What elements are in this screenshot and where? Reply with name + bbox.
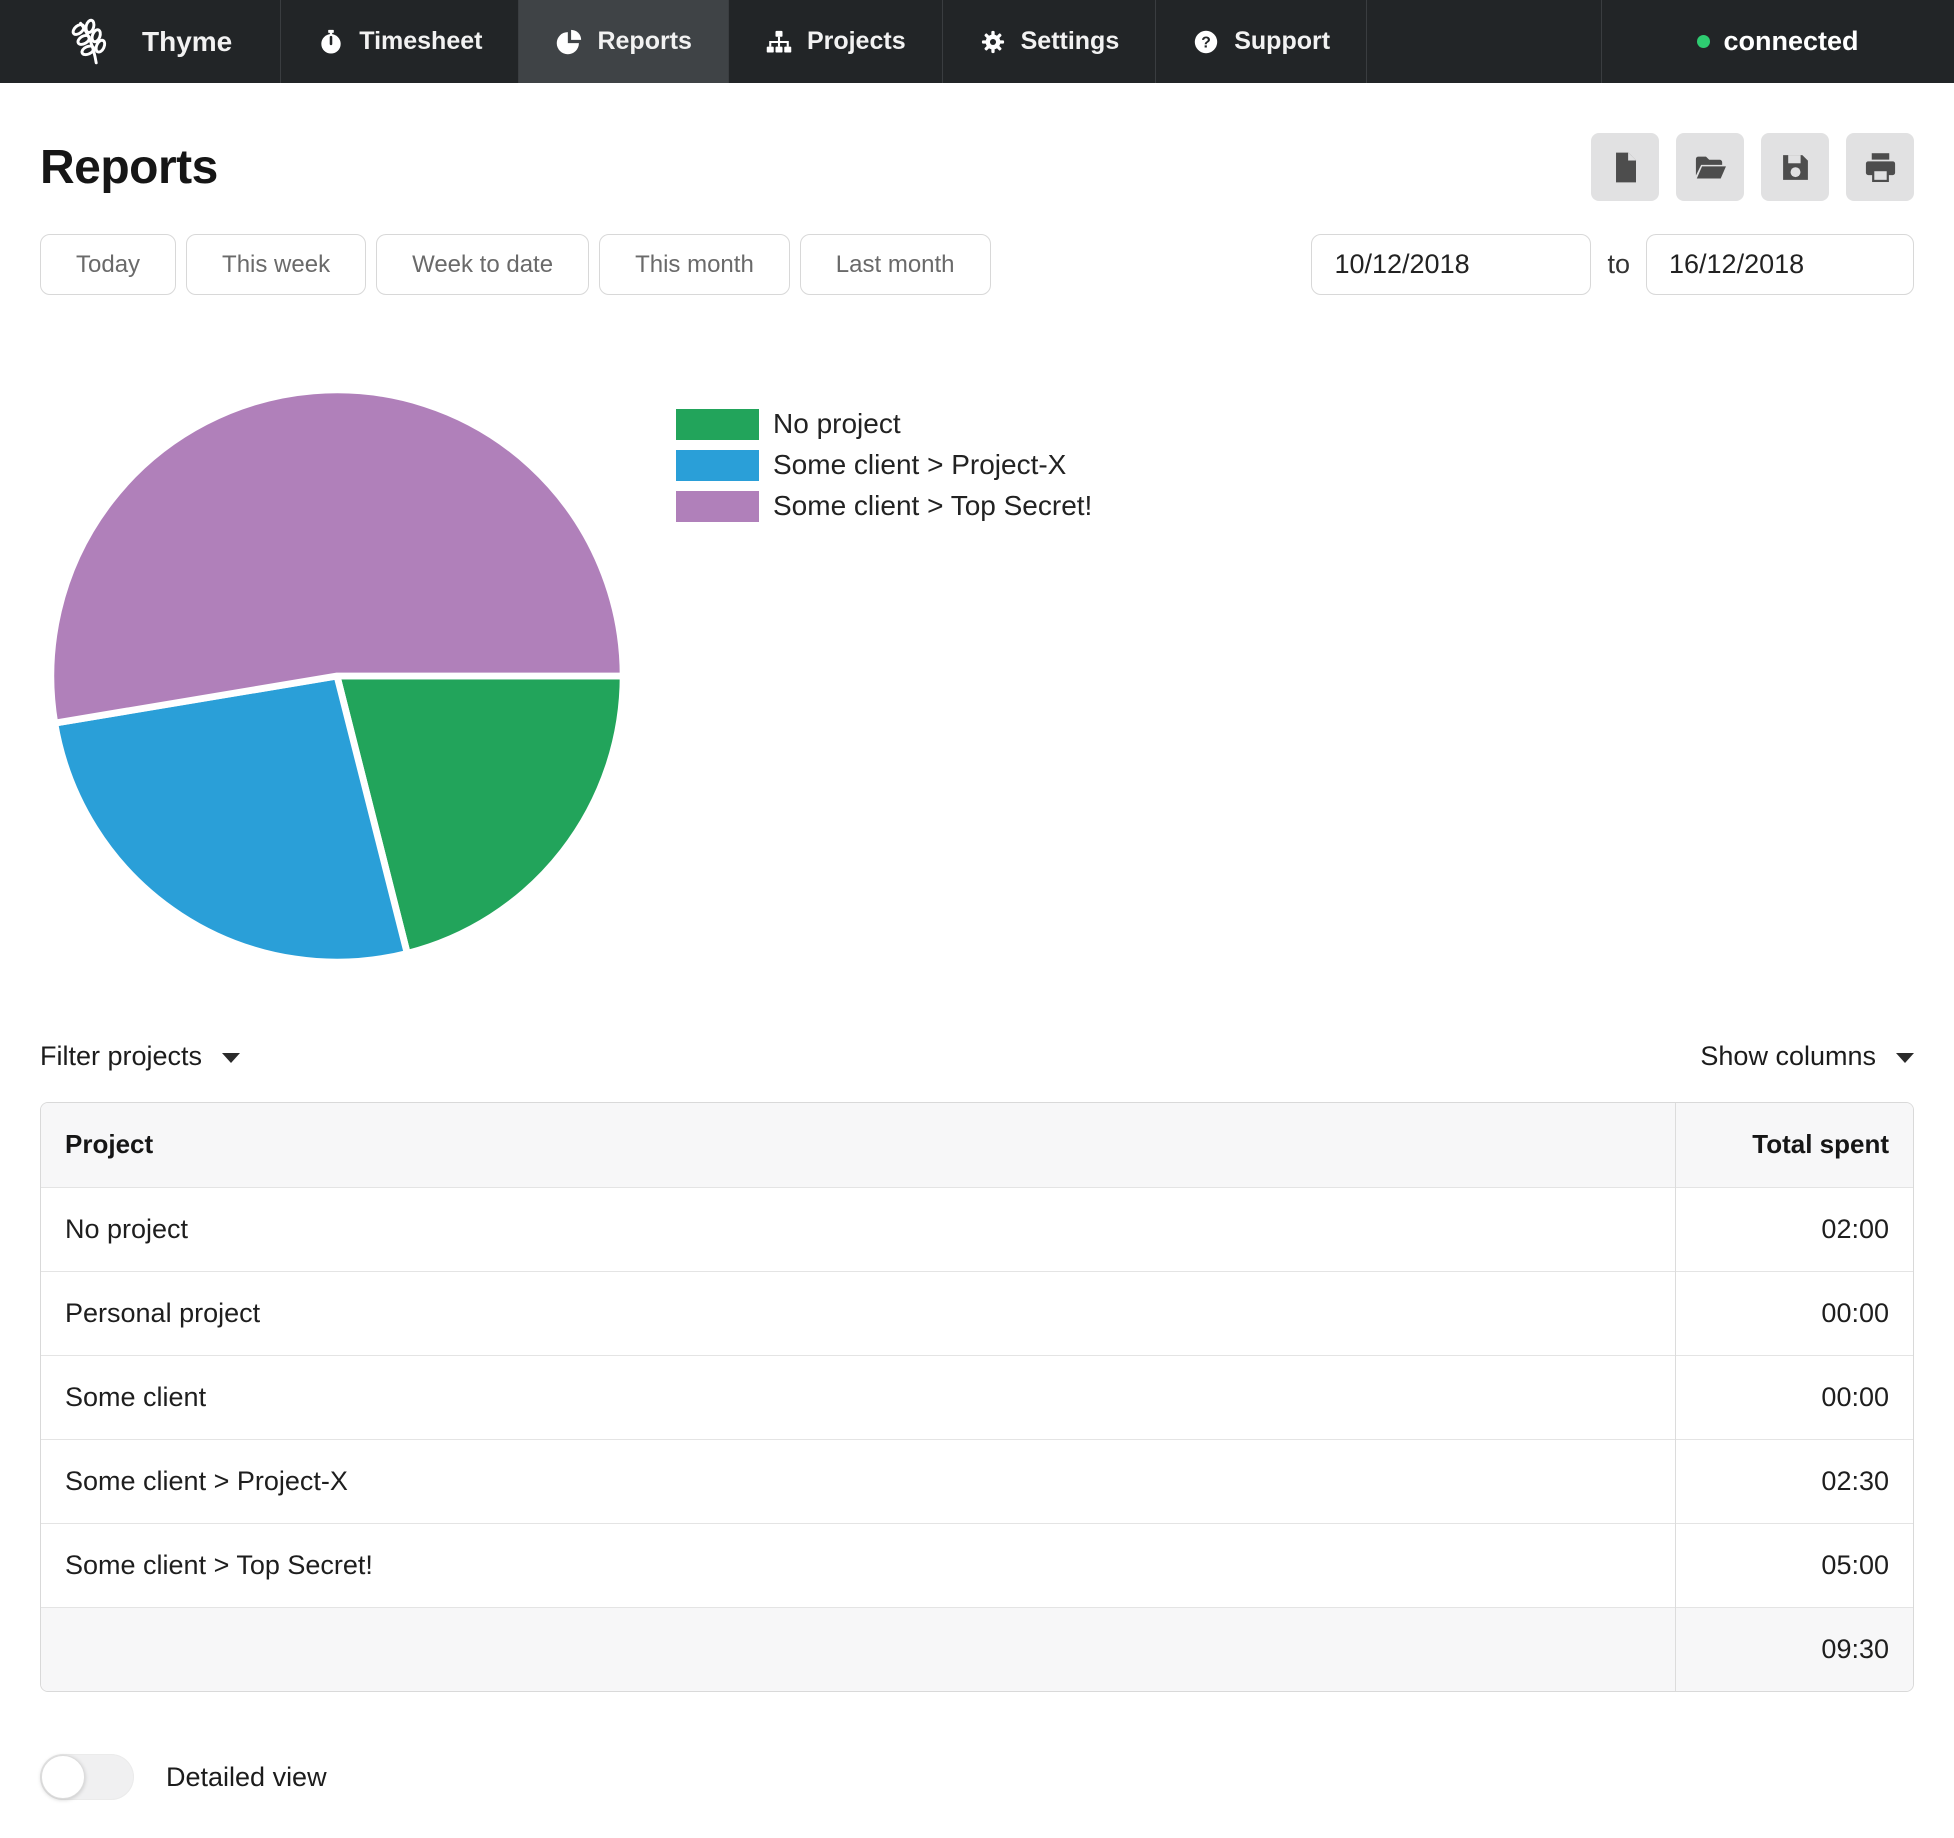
sitemap-icon	[766, 30, 792, 52]
project-cell: Some client > Project-X	[65, 1465, 348, 1496]
total-spent-cell: 02:30	[1674, 1439, 1913, 1523]
save-report-button[interactable]	[1761, 133, 1829, 201]
date-inputs-group: to	[1311, 234, 1914, 295]
filter-projects-dropdown[interactable]: Filter projects	[40, 1040, 241, 1072]
range-week-to-date-button[interactable]: Week to date	[376, 234, 590, 295]
main-content: Reports Today This week Week to date Thi…	[0, 133, 1954, 1833]
show-columns-label: Show columns	[1700, 1040, 1876, 1071]
gear-icon	[981, 30, 1004, 53]
total-label-cell	[41, 1607, 1675, 1691]
table-row: No project 02:00	[41, 1187, 1913, 1271]
total-spent-cell: 00:00	[1674, 1355, 1913, 1439]
pie-chart-icon	[557, 29, 582, 54]
show-columns-dropdown[interactable]: Show columns	[1700, 1041, 1914, 1072]
thyme-sprig-icon	[71, 18, 107, 64]
legend-item-project-x[interactable]: Some client > Project-X	[676, 449, 1092, 481]
nav-item-label: Timesheet	[359, 27, 483, 55]
nav-item-label: Projects	[806, 27, 906, 55]
detailed-view-label: Detailed view	[166, 1761, 327, 1792]
new-report-button[interactable]	[1591, 133, 1659, 201]
legend-swatch-blue	[676, 449, 759, 481]
legend-swatch-green	[676, 408, 759, 440]
date-range-row: Today This week Week to date This month …	[40, 234, 1914, 295]
total-spent-cell: 05:00	[1674, 1523, 1913, 1607]
project-cell: Some client > Top Secret!	[65, 1549, 373, 1580]
table-row: Some client 00:00	[41, 1355, 1913, 1439]
pie-chart	[43, 382, 631, 970]
printer-icon	[1865, 152, 1895, 182]
nav-item-timesheet[interactable]: Timesheet	[281, 0, 520, 83]
nav-item-support[interactable]: ? Support	[1156, 0, 1368, 83]
date-separator-label: to	[1607, 249, 1630, 279]
table-header-row: Project Total spent	[41, 1103, 1913, 1187]
nav-item-label: Support	[1234, 27, 1331, 55]
project-cell: No project	[65, 1213, 189, 1244]
chart-section: No project Some client > Project-X Some …	[40, 382, 1914, 970]
navbar: Thyme Timesheet Reports Projects Setting…	[0, 0, 1954, 83]
page-header: Reports	[40, 133, 1914, 201]
range-this-week-button[interactable]: This week	[186, 234, 367, 295]
legend-label: Some client > Top Secret!	[773, 490, 1093, 521]
total-spent-cell: 02:00	[1674, 1187, 1913, 1271]
detailed-view-toggle[interactable]	[40, 1754, 134, 1800]
table-total-row: 09:30	[41, 1607, 1913, 1691]
legend-label: No project	[773, 408, 901, 439]
page-title: Reports	[40, 140, 218, 194]
nav-item-label: Reports	[597, 27, 692, 55]
total-spent-cell: 00:00	[1674, 1271, 1913, 1355]
chevron-down-icon	[1896, 1053, 1914, 1063]
footer-controls: Detailed view	[40, 1754, 1914, 1833]
connected-dot	[1697, 35, 1711, 48]
floppy-disk-icon	[1782, 154, 1808, 180]
nav-item-settings[interactable]: Settings	[943, 0, 1157, 83]
nav-item-label: Settings	[1020, 27, 1120, 55]
print-report-button[interactable]	[1846, 133, 1914, 201]
filter-projects-label: Filter projects	[40, 1040, 203, 1071]
file-icon	[1615, 151, 1636, 182]
nav-spacer	[1367, 0, 1602, 83]
legend-label: Some client > Project-X	[773, 449, 1067, 480]
report-toolbar	[1591, 133, 1914, 201]
table-row: Some client > Top Secret! 05:00	[41, 1523, 1913, 1607]
brand: Thyme	[0, 0, 282, 83]
legend-item-top-secret[interactable]: Some client > Top Secret!	[676, 490, 1092, 522]
table-row: Personal project 00:00	[41, 1271, 1913, 1355]
table-controls-row: Filter projects Show columns	[40, 1038, 1914, 1074]
project-cell: Personal project	[65, 1297, 261, 1328]
stopwatch-icon	[321, 29, 341, 54]
chevron-down-icon	[222, 1053, 241, 1063]
project-cell: Some client	[65, 1381, 207, 1412]
chart-legend: No project Some client > Project-X Some …	[676, 408, 1092, 970]
pie-chart-svg	[47, 386, 627, 966]
column-header-total-spent: Total spent	[1674, 1103, 1913, 1187]
brand-label: Thyme	[142, 25, 233, 57]
question-circle-icon: ?	[1195, 30, 1218, 53]
table-row: Some client > Project-X 02:30	[41, 1439, 1913, 1523]
toggle-knob	[41, 1755, 85, 1799]
pie-slice-2[interactable]	[47, 386, 627, 727]
date-from-input[interactable]	[1311, 234, 1592, 295]
nav-item-reports[interactable]: Reports	[519, 0, 729, 83]
folder-open-icon	[1695, 156, 1726, 178]
column-header-project: Project	[41, 1103, 1675, 1187]
svg-text:?: ?	[1201, 34, 1211, 51]
range-this-month-button[interactable]: This month	[599, 234, 790, 295]
nav-item-projects[interactable]: Projects	[729, 0, 943, 83]
legend-swatch-purple	[676, 490, 759, 522]
total-value-cell: 09:30	[1674, 1607, 1913, 1691]
date-to-input[interactable]	[1646, 234, 1914, 295]
connected-label: connected	[1723, 26, 1859, 56]
open-report-button[interactable]	[1676, 133, 1744, 201]
legend-item-no-project[interactable]: No project	[676, 408, 1092, 440]
connection-status: connected	[1602, 0, 1954, 83]
range-today-button[interactable]: Today	[40, 234, 177, 295]
report-table: Project Total spent No project 02:00 Per…	[40, 1102, 1914, 1692]
range-last-month-button[interactable]: Last month	[799, 234, 991, 295]
